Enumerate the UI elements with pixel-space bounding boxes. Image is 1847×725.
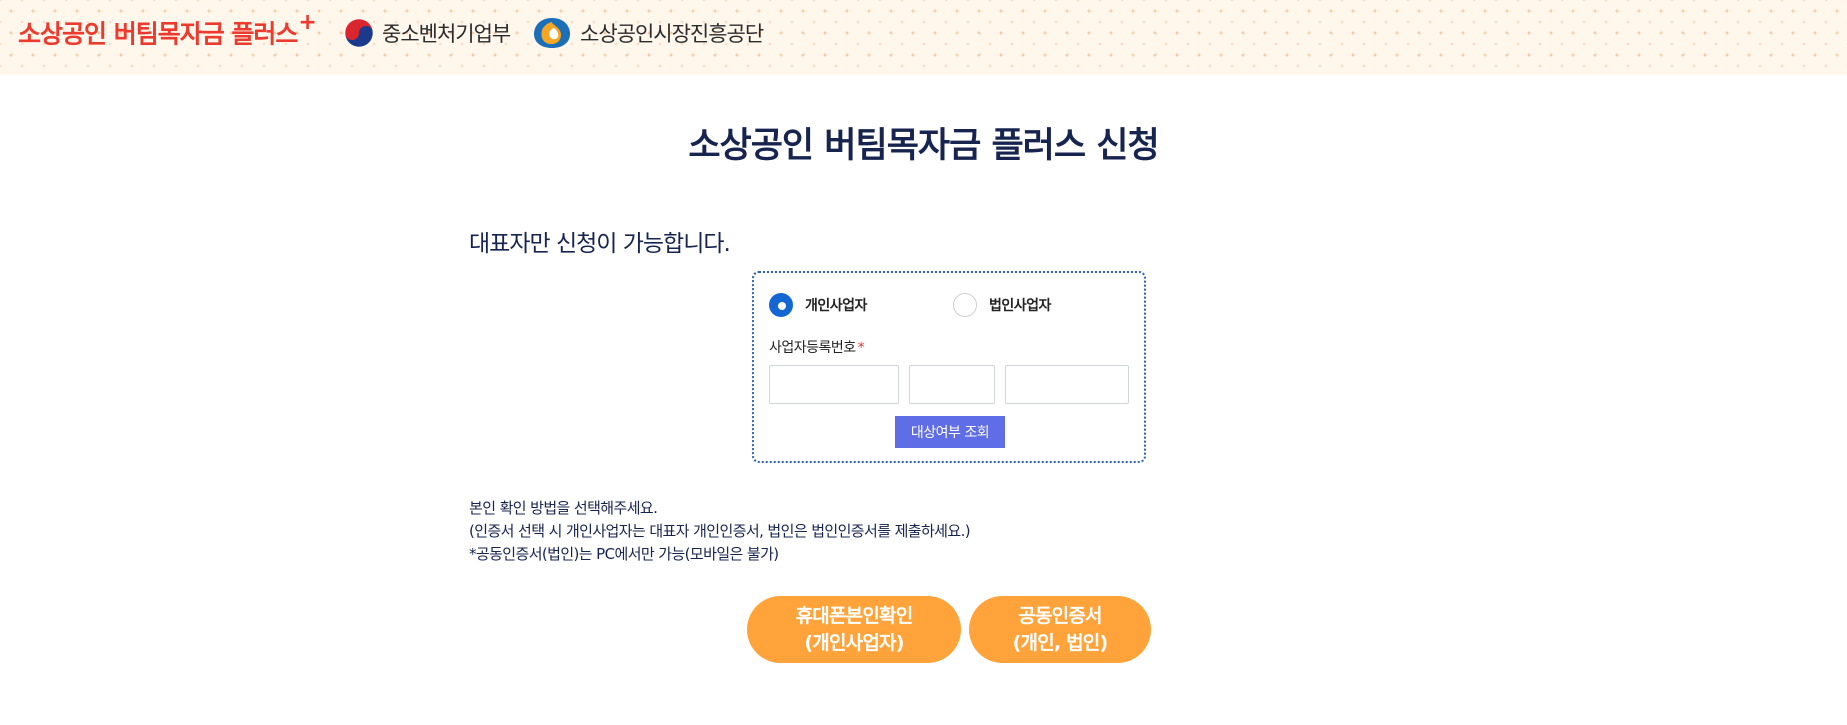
radio-corporate-business[interactable]: 법인사업자 [953, 293, 1051, 317]
instruction-line: (인증서 선택 시 개인사업자는 대표자 개인인증서, 법인은 법인인증서를 제… [469, 522, 971, 540]
radio-individual-business[interactable]: 개인사업자 [769, 293, 867, 317]
taegeuk-icon [344, 18, 374, 48]
radio-checked-icon[interactable] [769, 293, 793, 317]
radio-unchecked-icon[interactable] [953, 293, 977, 317]
eligibility-lookup-button[interactable]: 대상여부 조회 [895, 416, 1005, 448]
ministry-logo[interactable]: 중소벤처기업부 [344, 18, 511, 48]
brand-title: 소상공인 버팀목자금 플러스 [18, 19, 298, 49]
page-title: 소상공인 버팀목자금 플러스 신청 [688, 126, 1159, 166]
brand-logo[interactable]: 소상공인 버팀목자금 플러스+ [18, 10, 317, 50]
ministry-name: 중소벤처기업부 [382, 22, 511, 46]
radio-label-individual: 개인사업자 [805, 298, 867, 314]
business-number-label-text: 사업자등록번호 [769, 340, 856, 356]
business-number-input-2[interactable] [909, 365, 995, 404]
business-type-radio-group: 개인사업자 법인사업자 [769, 293, 1129, 321]
agency-logo[interactable]: 소상공인시장진흥공단 [532, 16, 764, 50]
business-lookup-panel: 개인사업자 법인사업자 사업자등록번호 * 대상여부 조회 [752, 271, 1146, 463]
business-number-input-3[interactable] [1005, 365, 1129, 404]
phone-button-line1: 휴대폰본인확인 [795, 604, 914, 627]
representative-notice: 대표자만 신청이 가능합니다. [469, 231, 731, 257]
cert-button-line1: 공동인증서 [1018, 604, 1102, 627]
business-number-label: 사업자등록번호 * [769, 337, 865, 357]
certificate-auth-button[interactable]: 공동인증서 (개인, 법인) [969, 596, 1151, 663]
business-number-input-1[interactable] [769, 365, 899, 404]
required-mark: * [857, 340, 865, 356]
radio-label-corporate: 법인사업자 [989, 298, 1051, 314]
phone-verification-button[interactable]: 휴대폰본인확인 (개인사업자) [747, 596, 961, 663]
agency-emblem-icon [534, 18, 570, 48]
cert-button-line2: (개인, 법인) [1012, 631, 1109, 654]
auth-instructions: 본인 확인 방법을 선택해주세요. (인증서 선택 시 개인사업자는 대표자 개… [469, 497, 971, 566]
phone-button-line2: (개인사업자) [804, 631, 904, 654]
agency-name: 소상공인시장진흥공단 [580, 22, 764, 46]
header-banner: 소상공인 버팀목자금 플러스+ 중소벤처기업부 소상공인시장진흥공단 [0, 0, 1847, 75]
instruction-line: 본인 확인 방법을 선택해주세요. [469, 499, 658, 517]
instruction-line: *공동인증서(법인)는 PC에서만 가능(모바일은 불가) [469, 545, 779, 563]
brand-plus-mark: + [298, 10, 316, 35]
